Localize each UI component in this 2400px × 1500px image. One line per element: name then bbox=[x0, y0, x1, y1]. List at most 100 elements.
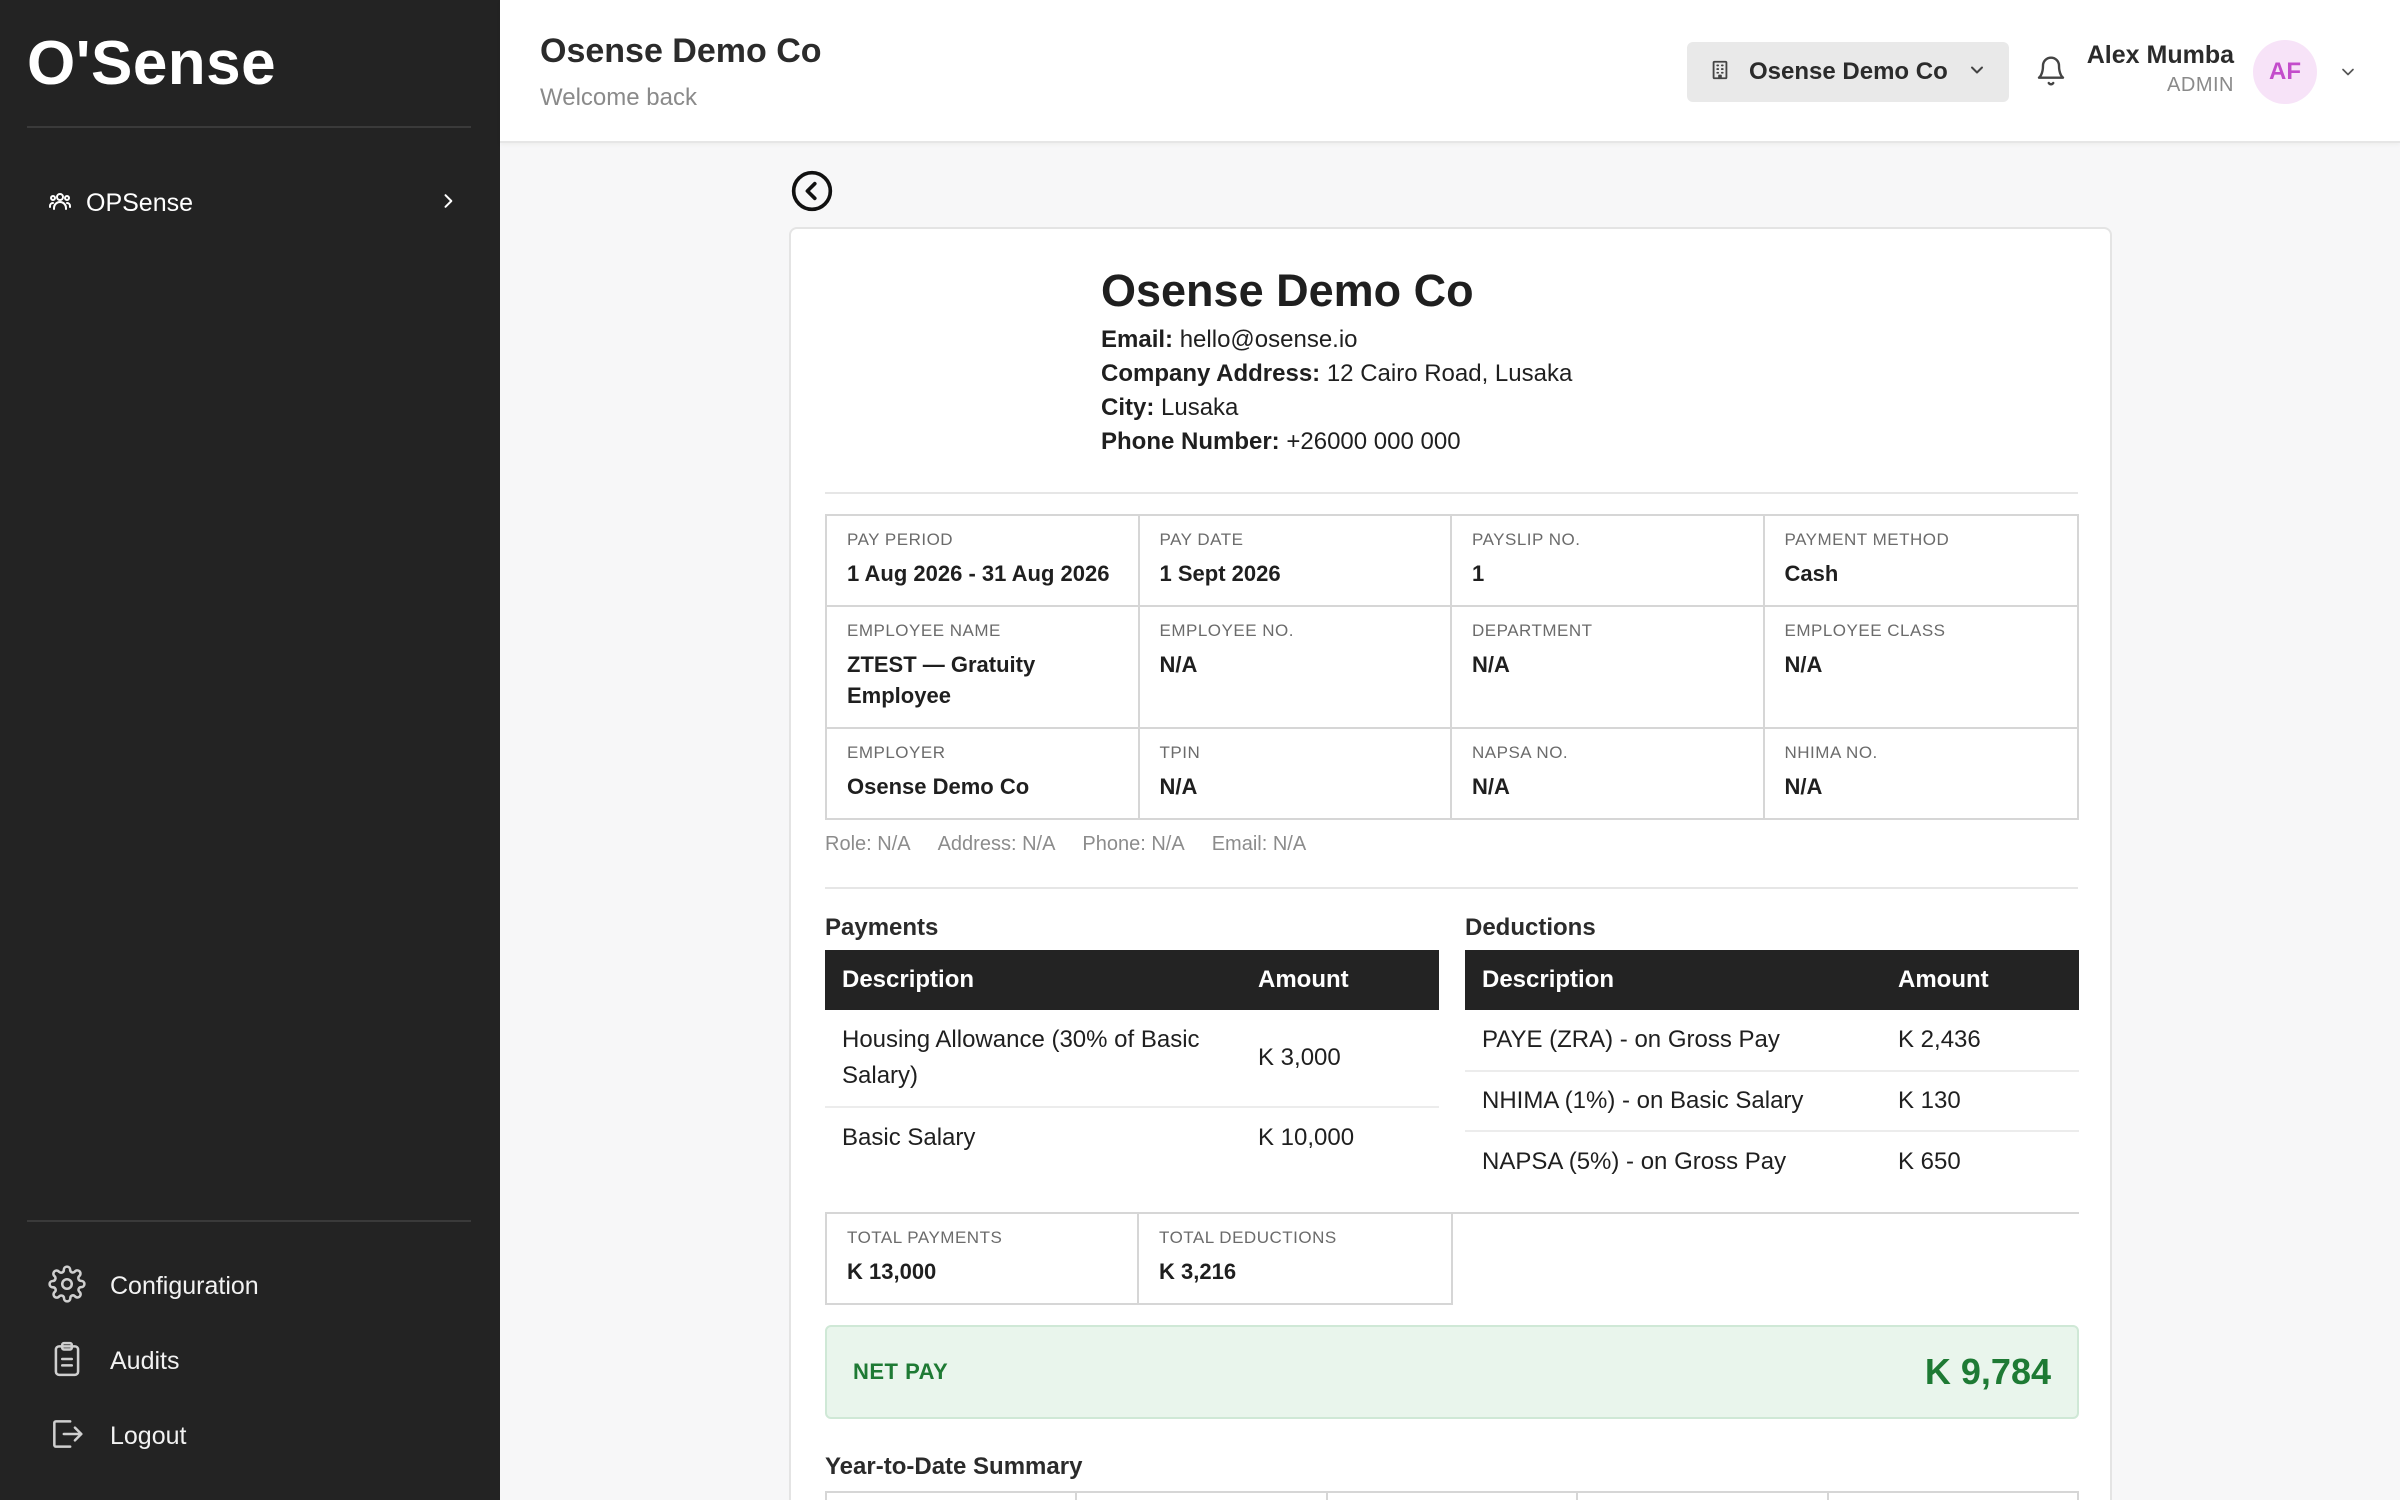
total-deductions-value: K 3,216 bbox=[1159, 1259, 1237, 1284]
info-value: N/A bbox=[1784, 652, 1823, 677]
sidebar: O'Sense OPSense Configuration Audits Log… bbox=[0, 0, 500, 1500]
info-label: NHIMA NO. bbox=[1784, 743, 1878, 762]
deductions-table: Description Amount PAYE (ZRA) - on Gross… bbox=[1465, 950, 2079, 1192]
sidebar-divider bbox=[27, 1220, 471, 1222]
sidebar-divider bbox=[27, 126, 471, 128]
employee-meta-line: Role: N/A Address: N/A Phone: N/A Email:… bbox=[825, 833, 1306, 856]
info-row: EMPLOYER Osense Demo Co TPIN N/A NAPSA NO.… bbox=[827, 729, 2077, 818]
info-value: N/A bbox=[1159, 774, 1198, 799]
info-label: TOTAL PAYMENTS bbox=[847, 1228, 1003, 1247]
info-cell-department: DEPARTMENT N/A bbox=[1452, 607, 1765, 727]
company-address-value: 12 Cairo Road, Lusaka bbox=[1326, 360, 1573, 387]
payslip-info-grid: PAY PERIOD 1 Aug 2026 - 31 Aug 2026 PAY D… bbox=[825, 514, 2079, 820]
info-label: EMPLOYEE NAME bbox=[847, 621, 1001, 640]
info-value: 1 Aug 2026 - 31 Aug 2026 bbox=[847, 561, 1110, 586]
company-address: Company Address: 12 Cairo Road, Lusaka bbox=[1101, 360, 1572, 388]
chevron-down-icon[interactable] bbox=[2338, 62, 2358, 87]
column-header-amount: Amount bbox=[1258, 966, 1349, 993]
company-phone: Phone Number: +26000 000 000 bbox=[1101, 428, 1461, 456]
bell-icon[interactable] bbox=[2035, 55, 2067, 92]
info-value: N/A bbox=[1784, 774, 1823, 799]
info-label: PAYSLIP NO. bbox=[1472, 530, 1581, 549]
info-cell-pay-date: PAY DATE 1 Sept 2026 bbox=[1140, 516, 1452, 605]
column-header-description: Description bbox=[842, 966, 975, 993]
ytd-summary-title: Year-to-Date Summary bbox=[825, 1453, 1083, 1480]
company-city-value: Lusaka bbox=[1161, 394, 1239, 421]
info-value: N/A bbox=[1472, 774, 1510, 799]
total-deductions-cell: TOTAL DEDUCTIONS K 3,216 bbox=[1139, 1214, 1451, 1303]
info-value: N/A bbox=[1159, 652, 1198, 677]
clipboard-icon bbox=[48, 1340, 86, 1383]
organization-selector[interactable]: Osense Demo Co bbox=[1687, 42, 2009, 102]
deduction-amount: K 130 bbox=[1898, 1087, 1961, 1114]
ytd-cell bbox=[1578, 1493, 1829, 1500]
user-role: ADMIN bbox=[2167, 74, 2234, 96]
page-subtitle: Welcome back bbox=[540, 84, 697, 111]
info-cell-employee-no: EMPLOYEE NO. N/A bbox=[1140, 607, 1452, 727]
app-logo: O'Sense bbox=[27, 29, 277, 98]
info-label: PAYMENT METHOD bbox=[1784, 530, 1950, 549]
info-value: Cash bbox=[1784, 561, 1839, 586]
info-value: 1 bbox=[1472, 561, 1485, 586]
column-header-amount: Amount bbox=[1898, 966, 1989, 993]
meta-phone: Phone: N/A bbox=[1082, 833, 1185, 855]
ytd-summary-grid bbox=[825, 1491, 2079, 1500]
info-label: PAY DATE bbox=[1159, 530, 1244, 549]
building-icon bbox=[1709, 58, 1731, 87]
company-phone-value: +26000 000 000 bbox=[1286, 428, 1461, 455]
info-label: PAY PERIOD bbox=[847, 530, 954, 549]
net-pay-value: K 9,784 bbox=[1924, 1351, 2051, 1392]
logout-icon bbox=[48, 1415, 86, 1458]
info-value: Osense Demo Co bbox=[847, 774, 1030, 799]
payment-amount: K 10,000 bbox=[1258, 1124, 1355, 1151]
info-cell-tpin: TPIN N/A bbox=[1140, 729, 1452, 818]
back-button[interactable] bbox=[790, 169, 834, 213]
net-pay-label: NET PAY bbox=[853, 1359, 949, 1384]
table-header: Description Amount bbox=[825, 950, 1439, 1010]
company-phone-label: Phone Number: bbox=[1101, 428, 1280, 455]
payments-table: Description Amount Housing Allowance (30… bbox=[825, 950, 1439, 1168]
info-cell-nhima-no: NHIMA NO. N/A bbox=[1765, 729, 2078, 818]
info-label: EMPLOYER bbox=[847, 743, 946, 762]
gear-icon bbox=[48, 1264, 86, 1308]
table-row: Housing Allowance (30% of Basic Salary) … bbox=[825, 1010, 1439, 1108]
user-name: Alex Mumba bbox=[2086, 41, 2234, 69]
payslip-card: Osense Demo Co Email: hello@osense.io Co… bbox=[789, 227, 2112, 1500]
info-value: 1 Sept 2026 bbox=[1159, 561, 1281, 586]
info-cell-payslip-no: PAYSLIP NO. 1 bbox=[1452, 516, 1765, 605]
chevron-down-icon bbox=[1967, 60, 1987, 85]
section-divider bbox=[825, 887, 2078, 889]
top-header: Osense Demo Co Welcome back Osense Demo … bbox=[500, 0, 2400, 143]
company-email-label: Email: bbox=[1101, 326, 1174, 353]
sidebar-item-label: Logout bbox=[110, 1421, 187, 1450]
info-row: PAY PERIOD 1 Aug 2026 - 31 Aug 2026 PAY D… bbox=[827, 516, 2077, 607]
company-city: City: Lusaka bbox=[1101, 394, 1238, 422]
ytd-cell bbox=[1077, 1493, 1328, 1500]
total-payments-value: K 13,000 bbox=[847, 1259, 937, 1284]
ytd-cell bbox=[827, 1493, 1078, 1500]
sidebar-item-configuration[interactable]: Configuration bbox=[48, 1264, 259, 1308]
info-row: EMPLOYEE NAME ZTEST — Gratuity Employee E… bbox=[827, 607, 2077, 729]
info-label: DEPARTMENT bbox=[1472, 621, 1593, 640]
sidebar-item-label: Audits bbox=[110, 1346, 180, 1375]
info-label: EMPLOYEE NO. bbox=[1159, 621, 1294, 640]
company-email: Email: hello@osense.io bbox=[1101, 326, 1358, 354]
avatar[interactable]: AF bbox=[2253, 40, 2317, 104]
meta-email: Email: N/A bbox=[1211, 833, 1307, 855]
company-city-label: City: bbox=[1101, 394, 1155, 421]
sidebar-item-logout[interactable]: Logout bbox=[48, 1414, 186, 1458]
info-label: TPIN bbox=[1159, 743, 1201, 762]
info-value: N/A bbox=[1472, 652, 1510, 677]
ytd-cell bbox=[1829, 1493, 2077, 1500]
table-header: Description Amount bbox=[1465, 950, 2079, 1010]
table-row: Basic Salary K 10,000 bbox=[825, 1108, 1439, 1168]
sidebar-item-opsense[interactable]: OPSense bbox=[48, 184, 458, 222]
section-divider bbox=[825, 492, 2078, 494]
table-row: NAPSA (5%) - on Gross Pay K 650 bbox=[1465, 1132, 2079, 1192]
total-payments-cell: TOTAL PAYMENTS K 13,000 bbox=[827, 1214, 1139, 1303]
meta-role: Role: N/A bbox=[825, 833, 911, 855]
info-label: TOTAL DEDUCTIONS bbox=[1159, 1228, 1337, 1247]
chevron-right-icon bbox=[438, 191, 458, 216]
sidebar-item-audits[interactable]: Audits bbox=[48, 1339, 179, 1383]
deduction-description: NAPSA (5%) - on Gross Pay bbox=[1482, 1148, 1787, 1175]
